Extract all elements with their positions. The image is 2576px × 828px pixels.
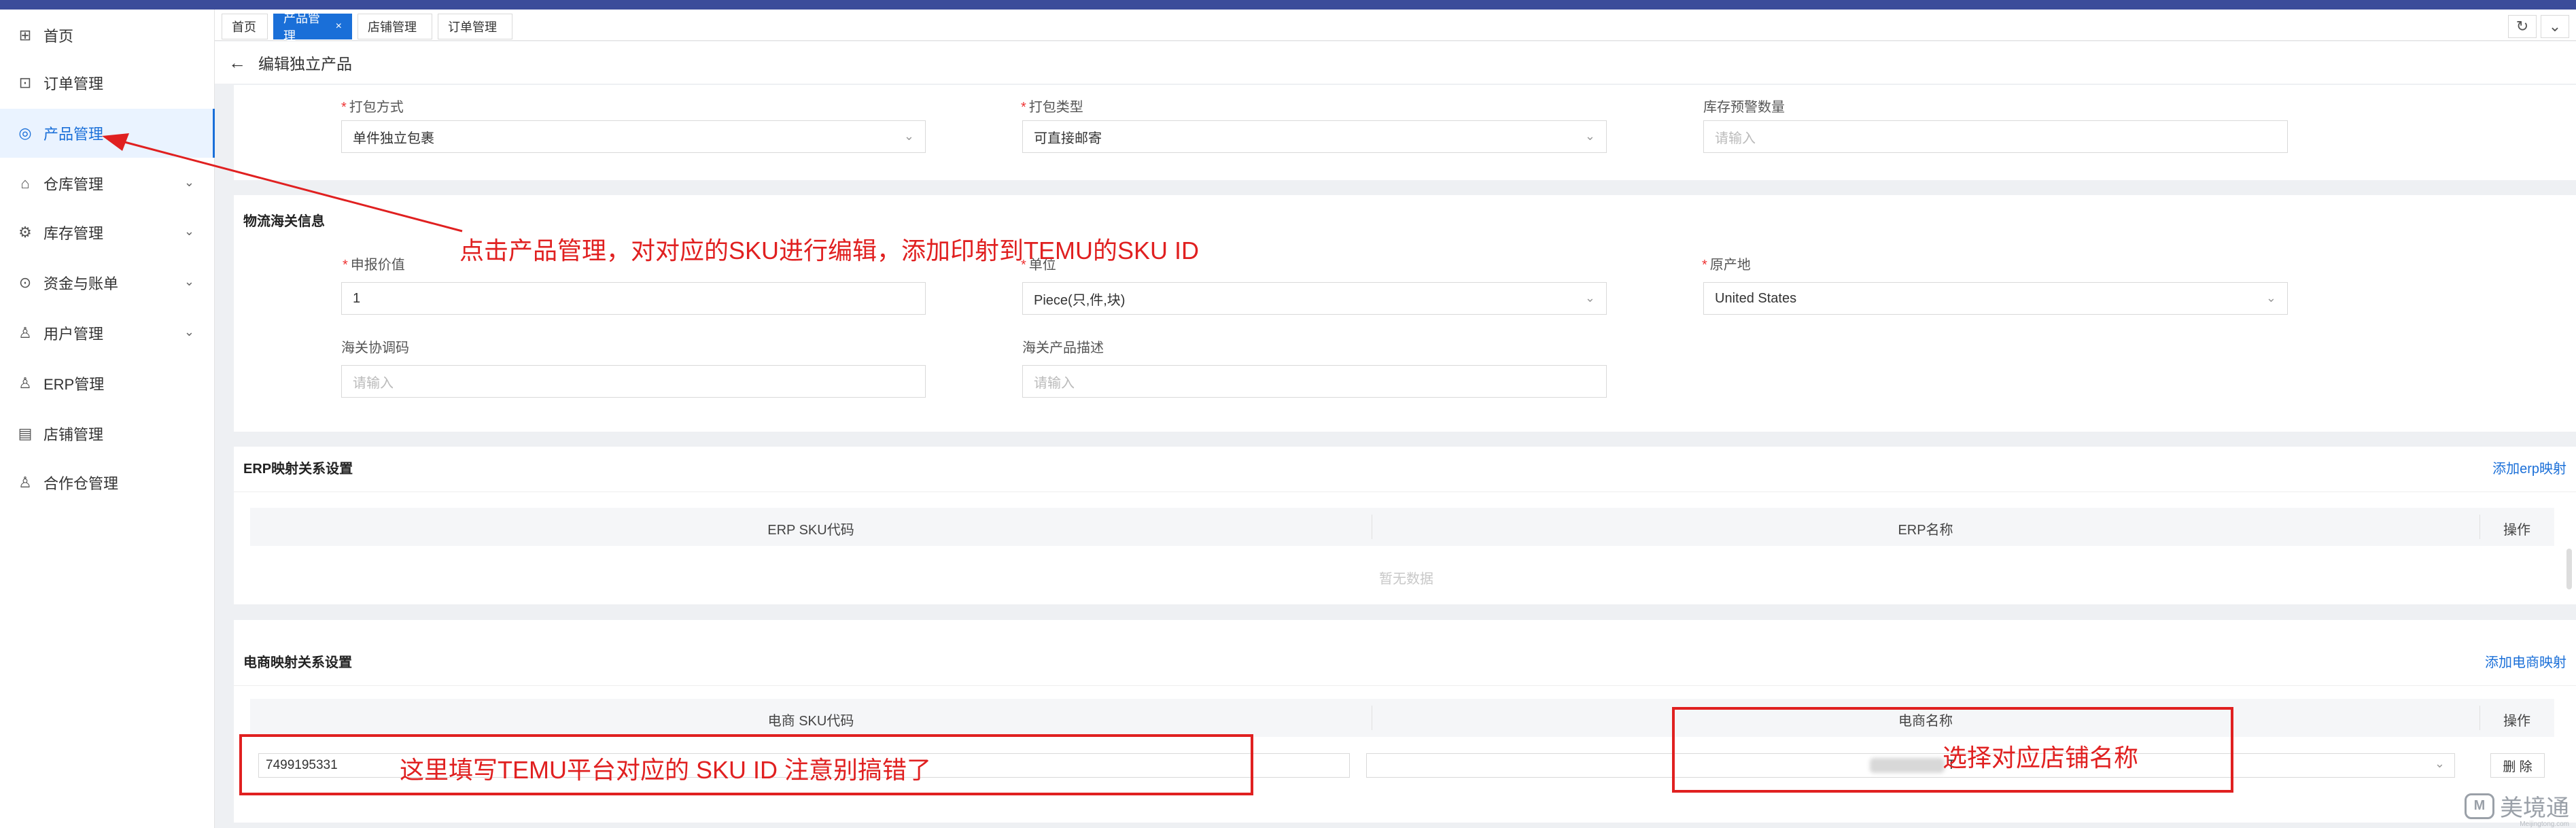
arrow-head	[102, 133, 129, 151]
annotation-sku-note: 这里填写TEMU平台对应的 SKU ID 注意别搞错了	[400, 756, 932, 784]
watermark-subtext: Meijingtong.com	[2520, 821, 2569, 828]
annotation-arrow	[102, 133, 463, 232]
brand-logo-icon: M	[2465, 793, 2494, 819]
arrow-line	[116, 139, 463, 232]
watermark-text: 美境通	[2500, 795, 2569, 821]
watermark: M 美境通	[2465, 789, 2569, 823]
annotation-top-note: 点击产品管理，对对应的SKU进行编辑，添加印射到TEMU的SKU ID	[459, 237, 1200, 264]
annotation-shop-note: 选择对应店铺名称	[1943, 744, 2139, 772]
